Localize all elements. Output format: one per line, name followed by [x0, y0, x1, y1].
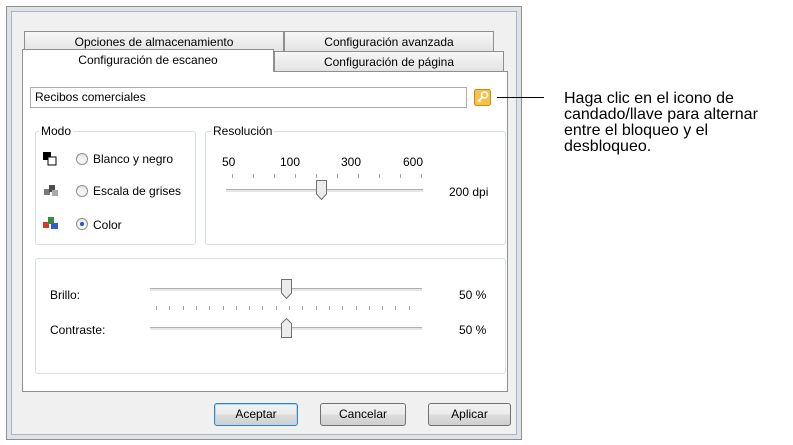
slider-tick	[382, 306, 384, 310]
slider-tick	[295, 174, 296, 178]
slider-tick	[262, 306, 264, 310]
brightness-value: 50 %	[459, 288, 487, 302]
slider-tick	[195, 306, 197, 310]
tab-scan-settings-label: Configuración de escaneo	[78, 53, 218, 67]
tab-scan-settings[interactable]: Configuración de escaneo	[22, 49, 274, 72]
profile-name-field[interactable]: Recibos comerciales	[30, 87, 467, 108]
slider-tick	[408, 306, 410, 310]
slider-tick	[400, 174, 401, 178]
mode-group-label: Modo	[39, 124, 74, 138]
apply-button[interactable]: Aplicar	[428, 403, 511, 426]
brightness-slider-thumb[interactable]	[281, 279, 292, 300]
slider-tick	[421, 174, 422, 178]
slider-tick	[358, 174, 359, 178]
accept-button[interactable]: Aceptar	[214, 403, 298, 426]
slider-tick	[302, 306, 304, 310]
contrast-slider-thumb[interactable]	[281, 317, 292, 338]
contrast-value: 50 %	[459, 323, 487, 337]
radio-black-white[interactable]	[76, 153, 88, 165]
slider-tick	[355, 306, 357, 310]
slider-tick	[249, 306, 251, 310]
slider-tick	[222, 306, 224, 310]
slider-tick	[182, 306, 184, 310]
slider-tick	[253, 174, 254, 178]
contrast-label: Contraste:	[50, 323, 106, 337]
resolution-group-label: Resolución	[211, 124, 275, 138]
slider-tick	[169, 306, 171, 310]
callout-pointer-line	[497, 97, 544, 98]
radio-grayscale-label: Escala de grises	[93, 184, 182, 198]
slider-tick	[275, 306, 277, 310]
slider-tick	[379, 174, 380, 178]
color-scan-icon	[42, 215, 60, 231]
slider-tick	[209, 306, 211, 310]
slider-tick	[368, 306, 370, 310]
bw-scan-icon	[42, 151, 58, 167]
callout-text: Haga clic en el icono de candado/llave p…	[564, 90, 758, 155]
resolution-value: 200 dpi	[449, 185, 489, 199]
resolution-tick-label: 600	[403, 155, 424, 169]
lock-key-icon[interactable]	[474, 89, 491, 106]
adjustments-group	[35, 258, 506, 374]
tab-storage-options-label: Opciones de almacenamiento	[74, 35, 234, 49]
resolution-slider-thumb[interactable]	[316, 180, 327, 201]
resolution-tick-label: 50	[222, 155, 236, 169]
grayscale-scan-icon	[42, 182, 60, 198]
radio-color-label: Color	[93, 218, 122, 232]
cancel-button[interactable]: Cancelar	[320, 403, 406, 426]
brightness-label: Brillo:	[50, 288, 81, 302]
slider-tick	[337, 174, 338, 178]
tab-page-settings-label: Configuración de página	[323, 55, 455, 69]
resolution-tick-label: 300	[341, 155, 362, 169]
slider-tick	[342, 306, 344, 310]
tab-page-settings[interactable]: Configuración de página	[274, 51, 504, 71]
tab-advanced-settings[interactable]: Configuración avanzada	[284, 31, 494, 51]
tab-advanced-settings-label: Configuración avanzada	[324, 35, 454, 49]
slider-tick	[232, 174, 233, 178]
radio-grayscale[interactable]	[76, 185, 88, 197]
tab-storage-options[interactable]: Opciones de almacenamiento	[24, 31, 284, 51]
slider-tick	[156, 306, 157, 310]
slider-tick	[274, 174, 275, 178]
slider-tick	[328, 306, 330, 310]
resolution-tick-label: 100	[280, 155, 301, 169]
slider-tick	[316, 174, 317, 178]
radio-black-white-label: Blanco y negro	[93, 152, 174, 166]
radio-color[interactable]	[76, 218, 88, 230]
slider-tick	[395, 306, 397, 310]
slider-tick	[315, 306, 317, 310]
slider-tick	[289, 306, 290, 310]
slider-tick	[235, 306, 237, 310]
